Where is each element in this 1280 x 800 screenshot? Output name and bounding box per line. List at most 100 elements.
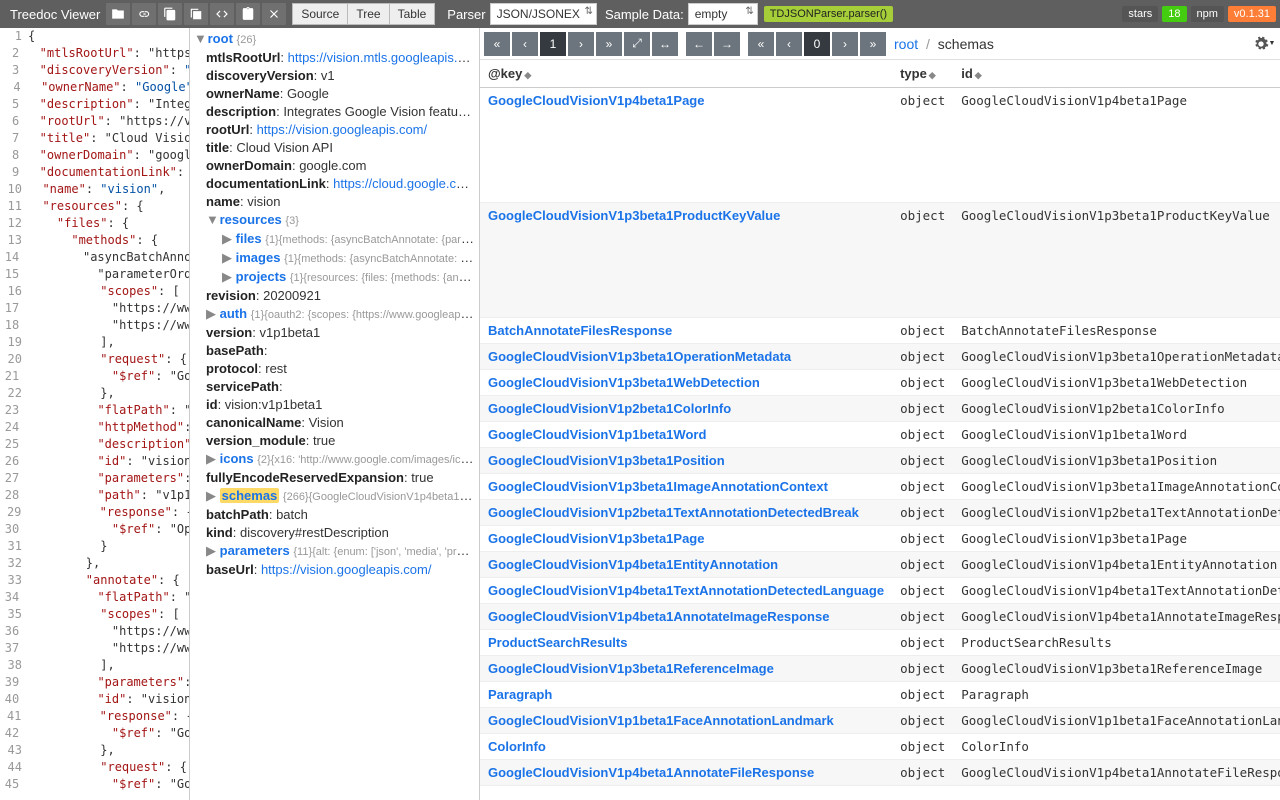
table-row[interactable]: GoogleCloudVisionV1p3beta1WebDetectionob… bbox=[480, 370, 1280, 396]
mode-source-button[interactable]: Source bbox=[292, 3, 348, 25]
mode-tree-button[interactable]: Tree bbox=[348, 3, 389, 25]
tree-item-auth[interactable]: ▶ auth {1}{oauth2: {scopes: {https://www… bbox=[194, 305, 475, 324]
depth-next-button[interactable]: › bbox=[832, 32, 858, 56]
table-row[interactable]: BatchAnnotateFilesResponseobjectBatchAnn… bbox=[480, 318, 1280, 344]
row-key-link[interactable]: GoogleCloudVisionV1p1beta1FaceAnnotation… bbox=[488, 713, 834, 728]
table-row[interactable]: GoogleCloudVisionV1p2beta1ColorInfoobjec… bbox=[480, 396, 1280, 422]
table-row[interactable]: GoogleCloudVisionV1p3beta1Positionobject… bbox=[480, 448, 1280, 474]
parser-select[interactable]: JSON/JSONEX bbox=[490, 3, 597, 25]
breadcrumb-root[interactable]: root bbox=[894, 36, 918, 52]
depth-last-button[interactable]: » bbox=[860, 32, 886, 56]
table-row[interactable]: GoogleCloudVisionV1p4beta1PageobjectGoog… bbox=[480, 88, 1280, 203]
tree-item-protocol[interactable]: protocol: rest bbox=[194, 360, 475, 378]
table-row[interactable]: GoogleCloudVisionV1p4beta1EntityAnnotati… bbox=[480, 552, 1280, 578]
row-key-link[interactable]: GoogleCloudVisionV1p2beta1TextAnnotation… bbox=[488, 505, 859, 520]
row-key-link[interactable]: GoogleCloudVisionV1p4beta1AnnotateFileRe… bbox=[488, 765, 814, 780]
tree-item-fullyEncodeReservedExpansion[interactable]: fullyEncodeReservedExpansion: true bbox=[194, 469, 475, 487]
tree-item-canonicalName[interactable]: canonicalName: Vision bbox=[194, 414, 475, 432]
tree-pane[interactable]: ▼ root {26} mtlsRootUrl: https://vision.… bbox=[190, 28, 480, 800]
clipboard-button[interactable] bbox=[158, 3, 182, 25]
row-key-link[interactable]: GoogleCloudVisionV1p3beta1ProductKeyValu… bbox=[488, 208, 780, 223]
row-key-link[interactable]: GoogleCloudVisionV1p3beta1ReferenceImage bbox=[488, 661, 774, 676]
table-row[interactable]: GoogleCloudVisionV1p3beta1OperationMetad… bbox=[480, 344, 1280, 370]
tree-item-kind[interactable]: kind: discovery#restDescription bbox=[194, 524, 475, 542]
table-row[interactable]: GoogleCloudVisionV1p2beta1TextAnnotation… bbox=[480, 500, 1280, 526]
row-key-link[interactable]: GoogleCloudVisionV1p3beta1WebDetection bbox=[488, 375, 760, 390]
paste-button[interactable] bbox=[236, 3, 260, 25]
source-pane[interactable]: 1{2 "mtlsRootUrl": "https://3 "discovery… bbox=[0, 28, 190, 800]
table-row[interactable]: GoogleCloudVisionV1p4beta1AnnotateImageR… bbox=[480, 604, 1280, 630]
row-key-link[interactable]: GoogleCloudVisionV1p3beta1Page bbox=[488, 531, 704, 546]
tree-item-parameters[interactable]: ▶ parameters {11}{alt: {enum: ['json', '… bbox=[194, 542, 475, 561]
nav-forward-button[interactable]: → bbox=[714, 32, 740, 56]
row-key-link[interactable]: GoogleCloudVisionV1p3beta1Position bbox=[488, 453, 725, 468]
depth-current-button[interactable]: 0 bbox=[804, 32, 830, 56]
col-type[interactable]: type◆ bbox=[892, 60, 953, 88]
row-key-link[interactable]: GoogleCloudVisionV1p1beta1Word bbox=[488, 427, 706, 442]
row-key-link[interactable]: GoogleCloudVisionV1p4beta1EntityAnnotati… bbox=[488, 557, 778, 572]
settings-gear-icon[interactable]: ▼ bbox=[1252, 32, 1276, 56]
col-key[interactable]: @key◆ bbox=[480, 60, 892, 88]
tree-item-version[interactable]: version: v1p1beta1 bbox=[194, 324, 475, 342]
nav-back-button[interactable]: ← bbox=[686, 32, 712, 56]
table-row[interactable]: GoogleCloudVisionV1p3beta1PageobjectGoog… bbox=[480, 526, 1280, 552]
row-key-link[interactable]: Paragraph bbox=[488, 687, 552, 702]
table-row[interactable]: GoogleCloudVisionV1p3beta1ImageAnnotatio… bbox=[480, 474, 1280, 500]
depth-first-button[interactable]: « bbox=[748, 32, 774, 56]
tree-item-title[interactable]: title: Cloud Vision API bbox=[194, 139, 475, 157]
table-row[interactable]: GoogleCloudVisionV1p4beta1TextAnnotation… bbox=[480, 578, 1280, 604]
table-row[interactable]: GoogleCloudVisionV1p1beta1FaceAnnotation… bbox=[480, 708, 1280, 734]
tree-item-ownerDomain[interactable]: ownerDomain: google.com bbox=[194, 157, 475, 175]
col-id[interactable]: id◆ bbox=[953, 60, 1280, 88]
tree-item-images[interactable]: ▶ images {1}{methods: {asyncBatchAnnotat… bbox=[194, 249, 475, 268]
row-key-link[interactable]: ProductSearchResults bbox=[488, 635, 627, 650]
table-row[interactable]: GoogleCloudVisionV1p1beta1WordobjectGoog… bbox=[480, 422, 1280, 448]
expand-button[interactable]: ⤢ bbox=[624, 32, 650, 56]
table-row[interactable]: GoogleCloudVisionV1p3beta1ProductKeyValu… bbox=[480, 203, 1280, 318]
tree-item-resources[interactable]: ▼ resources {3} bbox=[194, 211, 475, 230]
page-first-button[interactable]: « bbox=[484, 32, 510, 56]
tree-root[interactable]: ▼ root {26} bbox=[194, 30, 475, 49]
collapse-button[interactable]: ↔ bbox=[652, 32, 678, 56]
row-key-link[interactable]: GoogleCloudVisionV1p4beta1Page bbox=[488, 93, 704, 108]
tree-item-schemas[interactable]: ▶ schemas {266}{GoogleCloudVisionV1p4bet… bbox=[194, 487, 475, 506]
tree-item-files[interactable]: ▶ files {1}{methods: {asyncBatchAnnotate… bbox=[194, 230, 475, 249]
tree-item-documentationLink[interactable]: documentationLink: https://cloud.google.… bbox=[194, 175, 475, 193]
tree-item-servicePath[interactable]: servicePath: bbox=[194, 378, 475, 396]
tree-item-icons[interactable]: ▶ icons {2}{x16: 'http://www.google.com/… bbox=[194, 450, 475, 469]
copy-button[interactable] bbox=[184, 3, 208, 25]
row-key-link[interactable]: GoogleCloudVisionV1p4beta1TextAnnotation… bbox=[488, 583, 884, 598]
open-folder-button[interactable] bbox=[106, 3, 130, 25]
tree-item-projects[interactable]: ▶ projects {1}{resources: {files: {metho… bbox=[194, 268, 475, 287]
table-row[interactable]: GoogleCloudVisionV1p3beta1ReferenceImage… bbox=[480, 656, 1280, 682]
page-next-button[interactable]: › bbox=[568, 32, 594, 56]
tree-item-ownerName[interactable]: ownerName: Google bbox=[194, 85, 475, 103]
tree-item-rootUrl[interactable]: rootUrl: https://vision.googleapis.com/ bbox=[194, 121, 475, 139]
page-current-button[interactable]: 1 bbox=[540, 32, 566, 56]
tree-item-version_module[interactable]: version_module: true bbox=[194, 432, 475, 450]
tree-item-basePath[interactable]: basePath: bbox=[194, 342, 475, 360]
row-key-link[interactable]: GoogleCloudVisionV1p3beta1OperationMetad… bbox=[488, 349, 791, 364]
row-key-link[interactable]: BatchAnnotateFilesResponse bbox=[488, 323, 672, 338]
mode-table-button[interactable]: Table bbox=[390, 3, 436, 25]
table-row[interactable]: GoogleCloudVisionV1p4beta1AnnotateFileRe… bbox=[480, 760, 1280, 786]
tree-item-mtlsRootUrl[interactable]: mtlsRootUrl: https://vision.mtls.googlea… bbox=[194, 49, 475, 67]
tree-item-discoveryVersion[interactable]: discoveryVersion: v1 bbox=[194, 67, 475, 85]
depth-prev-button[interactable]: ‹ bbox=[776, 32, 802, 56]
tree-item-description[interactable]: description: Integrates Google Vision fe… bbox=[194, 103, 475, 121]
clear-button[interactable] bbox=[262, 3, 286, 25]
page-prev-button[interactable]: ‹ bbox=[512, 32, 538, 56]
table-row[interactable]: ProductSearchResultsobjectProductSearchR… bbox=[480, 630, 1280, 656]
page-last-button[interactable]: » bbox=[596, 32, 622, 56]
row-key-link[interactable]: GoogleCloudVisionV1p2beta1ColorInfo bbox=[488, 401, 731, 416]
table-row[interactable]: ParagraphobjectParagraph bbox=[480, 682, 1280, 708]
link-button[interactable] bbox=[132, 3, 156, 25]
code-button[interactable] bbox=[210, 3, 234, 25]
row-key-link[interactable]: GoogleCloudVisionV1p4beta1AnnotateImageR… bbox=[488, 609, 829, 624]
tree-item-name[interactable]: name: vision bbox=[194, 193, 475, 211]
tree-item-revision[interactable]: revision: 20200921 bbox=[194, 287, 475, 305]
table-row[interactable]: ColorInfoobjectColorInfo bbox=[480, 734, 1280, 760]
row-key-link[interactable]: ColorInfo bbox=[488, 739, 546, 754]
row-key-link[interactable]: GoogleCloudVisionV1p3beta1ImageAnnotatio… bbox=[488, 479, 828, 494]
sample-select[interactable]: empty bbox=[688, 3, 758, 25]
